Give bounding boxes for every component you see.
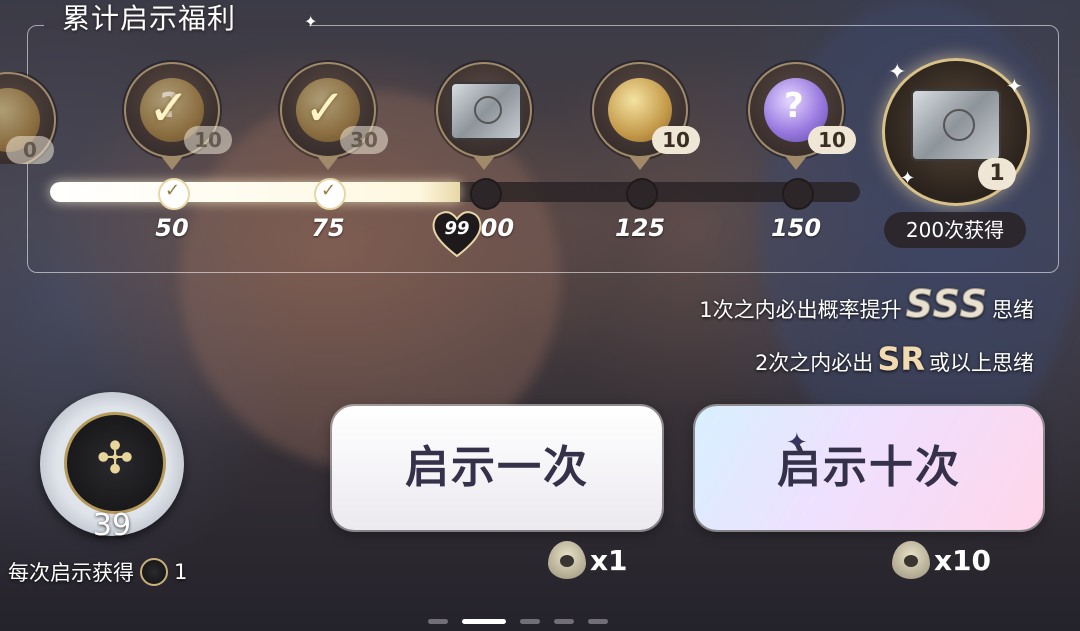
reward-count: 10 — [808, 126, 856, 154]
reveal-once-button[interactable]: 启示一次 — [332, 406, 662, 530]
panel-title: 累计启示福利 — [62, 2, 237, 35]
currency-drop-icon — [892, 541, 930, 579]
cost-value: x1 — [590, 543, 628, 577]
token-count: 39 — [92, 508, 132, 543]
question-mark-icon: ? — [784, 86, 804, 126]
milestone-reward-50[interactable]: ? ✓ 10 — [124, 62, 232, 170]
reward-count: 10 — [652, 126, 700, 154]
namecard-icon — [450, 82, 522, 140]
info-text: 2次之内必出 — [754, 351, 874, 375]
milestone-label: 75 — [311, 214, 345, 242]
milestone-reward-125[interactable]: 10 — [592, 62, 700, 170]
sparkle-icon: ✦ — [786, 428, 808, 458]
milestone-reward-75[interactable]: ✓ 30 — [280, 62, 388, 170]
ten-cost: x10 — [892, 540, 991, 580]
checkmark-icon: ✓ — [304, 79, 346, 137]
sss-grade-badge: SSS — [905, 282, 988, 327]
partial-reward-node[interactable]: 0 — [0, 72, 66, 164]
sparkle-icon: ✦ — [900, 168, 916, 189]
single-cost: x1 — [548, 540, 628, 580]
current-progress-value: 99 — [444, 218, 470, 239]
milestone-tick-75 — [314, 178, 346, 210]
cost-value: x10 — [934, 543, 992, 577]
currency-drop-icon — [548, 541, 586, 579]
reveal-ten-button[interactable]: 启示十次 — [695, 406, 1043, 530]
page-dot[interactable] — [588, 619, 608, 624]
milestone-reward-150[interactable]: ? 10 — [748, 62, 856, 170]
namecard-icon — [911, 89, 1001, 161]
sparkle-icon: ✦ — [304, 12, 318, 31]
checkmark-icon: ✓ — [148, 79, 190, 137]
token-emblem-icon: ✣ — [64, 412, 166, 514]
sparkle-icon: ✦ — [1006, 74, 1023, 98]
guarantee-info-sss: 1次之内必出概率提升 SSS 思绪 — [699, 282, 1034, 327]
guarantee-info-sr: 2次之内必出 SR 或以上思绪 — [755, 340, 1034, 378]
grand-prize-label: 200次获得 — [884, 212, 1026, 248]
progress-fill — [50, 182, 460, 202]
milestone-tick-50 — [158, 178, 190, 210]
page-dot[interactable] — [554, 619, 574, 624]
milestone-label: 50 — [155, 214, 189, 242]
sparkle-icon: ✦ — [888, 60, 907, 85]
info-text: 或以上思绪 — [929, 351, 1034, 375]
button-label: 启示十次 — [777, 442, 961, 493]
milestone-label: 150 — [770, 214, 822, 242]
reward-count: 10 — [184, 126, 232, 154]
info-text: 思绪 — [992, 298, 1034, 322]
milestone-label: 125 — [614, 214, 666, 242]
token-caption-text: 每次启示获得 — [8, 561, 134, 585]
page-dot[interactable] — [520, 619, 540, 624]
button-label: 启示一次 — [405, 442, 589, 493]
sr-grade-badge: SR — [877, 340, 925, 378]
page-dot[interactable] — [428, 619, 448, 624]
reward-count: 30 — [340, 126, 388, 154]
milestone-reward-100[interactable] — [436, 62, 532, 170]
milestone-tick-150 — [782, 178, 814, 210]
reward-count: 0 — [6, 136, 54, 164]
token-caption-amount: 1 — [174, 560, 188, 584]
grand-prize-count: 1 — [978, 158, 1016, 190]
token-caption: 每次启示获得 1 — [8, 557, 187, 587]
token-mini-icon — [140, 558, 168, 586]
page-dot-active[interactable] — [462, 619, 506, 624]
reward-node-frame: 0 — [0, 72, 56, 164]
milestone-tick-125 — [626, 178, 658, 210]
page-indicator — [428, 619, 608, 624]
info-text: 1次之内必出概率提升 — [699, 298, 902, 322]
